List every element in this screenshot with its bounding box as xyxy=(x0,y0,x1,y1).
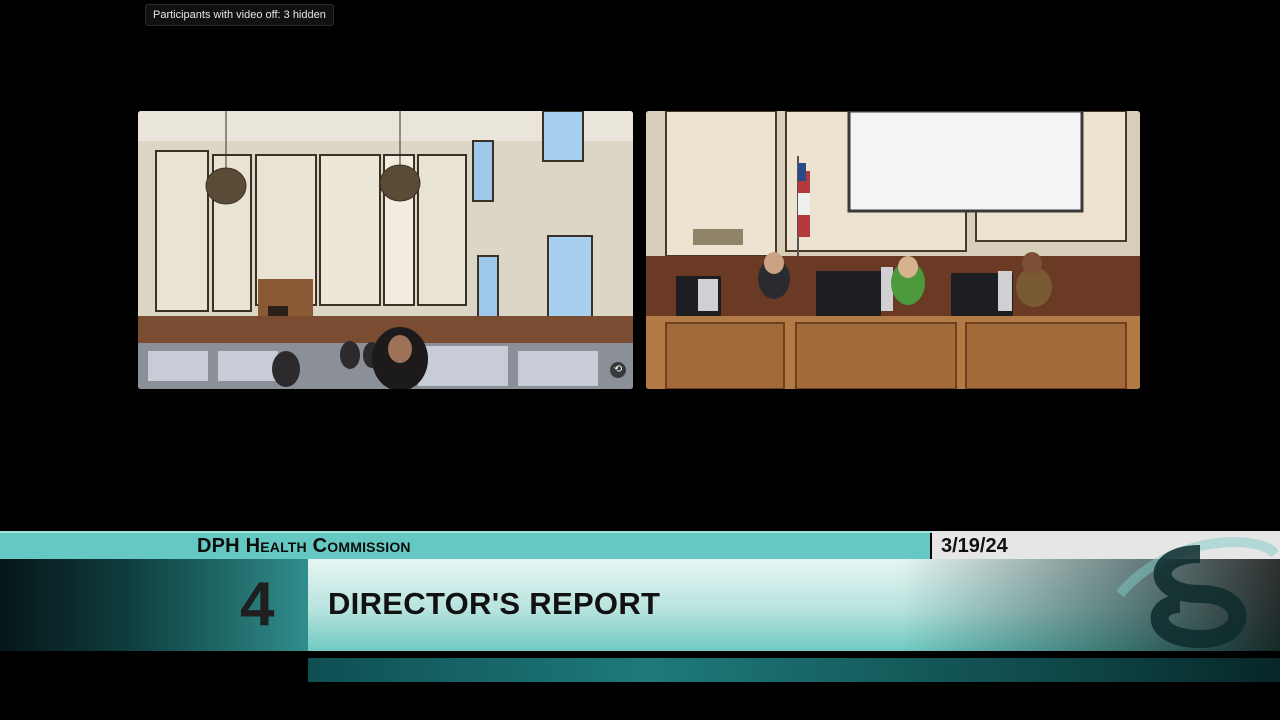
agenda-item-title: DIRECTOR'S REPORT xyxy=(328,586,661,621)
camera-switch-icon[interactable]: ⟲ xyxy=(610,362,626,378)
video-tile-dais[interactable] xyxy=(646,111,1140,389)
audience-room-scene xyxy=(138,111,633,389)
title-band xyxy=(0,531,930,559)
bottom-accent-bar xyxy=(308,658,1280,682)
organization-name: DPH Health Commission xyxy=(197,535,411,557)
sfgovtv-logo-icon xyxy=(1116,537,1279,649)
agenda-item-number: 4 xyxy=(240,570,275,639)
dais-scene xyxy=(646,111,1140,389)
hidden-participants-notice[interactable]: Participants with video off: 3 hidden xyxy=(145,4,334,26)
meeting-date: 3/19/24 xyxy=(941,535,1008,557)
video-tile-audience[interactable]: ⟲ xyxy=(138,111,633,389)
